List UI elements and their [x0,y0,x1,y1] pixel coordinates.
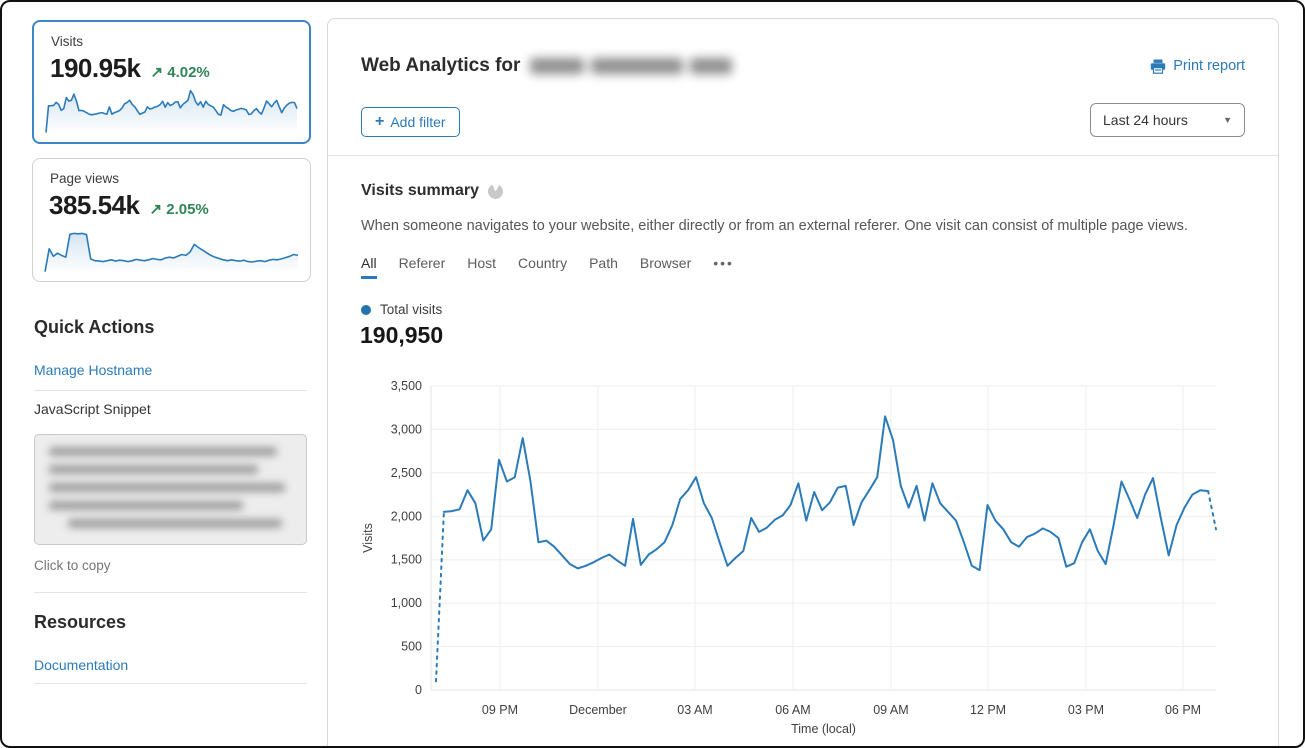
page-views-stat-card[interactable]: Page views 385.54k ↗ 2.05% [32,158,311,282]
svg-text:2,500: 2,500 [391,466,422,480]
visits-summary-description: When someone navigates to your website, … [361,218,1238,234]
svg-text:500: 500 [401,640,422,654]
total-visits-legend-dot [361,305,371,315]
svg-text:09 AM: 09 AM [873,703,908,717]
svg-text:06 AM: 06 AM [775,703,810,717]
page-views-sparkline-chart [43,225,300,275]
svg-text:3,500: 3,500 [391,379,422,393]
printer-icon [1150,59,1166,74]
svg-text:0: 0 [415,683,422,697]
up-arrow-icon: ↗ [150,64,163,81]
resources-heading: Resources [34,612,126,633]
quick-actions-heading: Quick Actions [34,317,154,338]
divider [34,390,307,391]
redacted-domain-name [530,58,732,74]
plus-icon: + [375,114,384,130]
total-visits-value: 190,950 [360,322,443,349]
page-views-card-delta: ↗ 2.05% [149,200,208,218]
tab-browser[interactable]: Browser [640,255,691,279]
click-to-copy-hint: Click to copy [34,558,111,573]
visits-card-value: 190.95k [50,53,140,84]
documentation-link[interactable]: Documentation [34,657,128,673]
javascript-snippet-label: JavaScript Snippet [34,401,151,417]
tab-more[interactable]: ••• [713,255,734,279]
tab-all[interactable]: All [361,255,377,279]
tab-country[interactable]: Country [518,255,567,279]
visits-card-label: Visits [51,34,83,49]
page-views-card-value: 385.54k [49,190,139,221]
svg-text:09 PM: 09 PM [482,703,518,717]
svg-text:Time (local): Time (local) [791,722,856,736]
svg-text:Visits: Visits [361,523,375,553]
svg-text:06 PM: 06 PM [1165,703,1201,717]
svg-text:1,500: 1,500 [391,553,422,567]
visits-stat-card[interactable]: Visits 190.95k ↗ 4.02% [32,20,311,144]
svg-text:03 PM: 03 PM [1068,703,1104,717]
svg-text:12 PM: 12 PM [970,703,1006,717]
svg-text:2,000: 2,000 [391,509,422,523]
print-report-link[interactable]: Print report [1150,58,1245,74]
page-title: Web Analytics for [361,55,520,77]
chevron-down-icon: ▼ [1223,115,1232,125]
total-visits-legend-label: Total visits [380,302,442,317]
tab-host[interactable]: Host [467,255,496,279]
time-range-value: Last 24 hours [1103,112,1188,128]
page-views-card-label: Page views [50,171,119,186]
tab-path[interactable]: Path [589,255,618,279]
divider [34,683,307,684]
pie-chart-icon [488,184,503,199]
summary-tabs: All Referer Host Country Path Browser ••• [361,255,734,279]
analytics-report-panel: Web Analytics for Print report + Add fil… [327,18,1279,748]
svg-text:03 AM: 03 AM [677,703,712,717]
visits-sparkline-chart [44,86,299,136]
svg-text:3,000: 3,000 [391,422,422,436]
svg-text:December: December [569,703,627,717]
up-arrow-icon: ↗ [149,201,162,218]
javascript-snippet-box[interactable] [34,434,307,545]
visits-card-delta: ↗ 4.02% [150,63,209,81]
web-analytics-page: Visits 190.95k ↗ 4.02% Page views 385.54… [0,0,1305,748]
add-filter-button[interactable]: + Add filter [361,107,460,137]
visits-line-chart[interactable]: 0 500 1,000 1,500 2,000 2,500 3,000 3,500 09 PM D… [360,375,1220,737]
divider [328,155,1278,156]
time-range-dropdown[interactable]: Last 24 hours ▼ [1090,103,1245,137]
manage-hostname-link[interactable]: Manage Hostname [34,362,152,378]
redacted-snippet-code [49,447,292,528]
divider [34,592,307,593]
svg-text:1,000: 1,000 [391,596,422,610]
tab-referer[interactable]: Referer [399,255,446,279]
visits-summary-heading: Visits summary [361,182,479,200]
